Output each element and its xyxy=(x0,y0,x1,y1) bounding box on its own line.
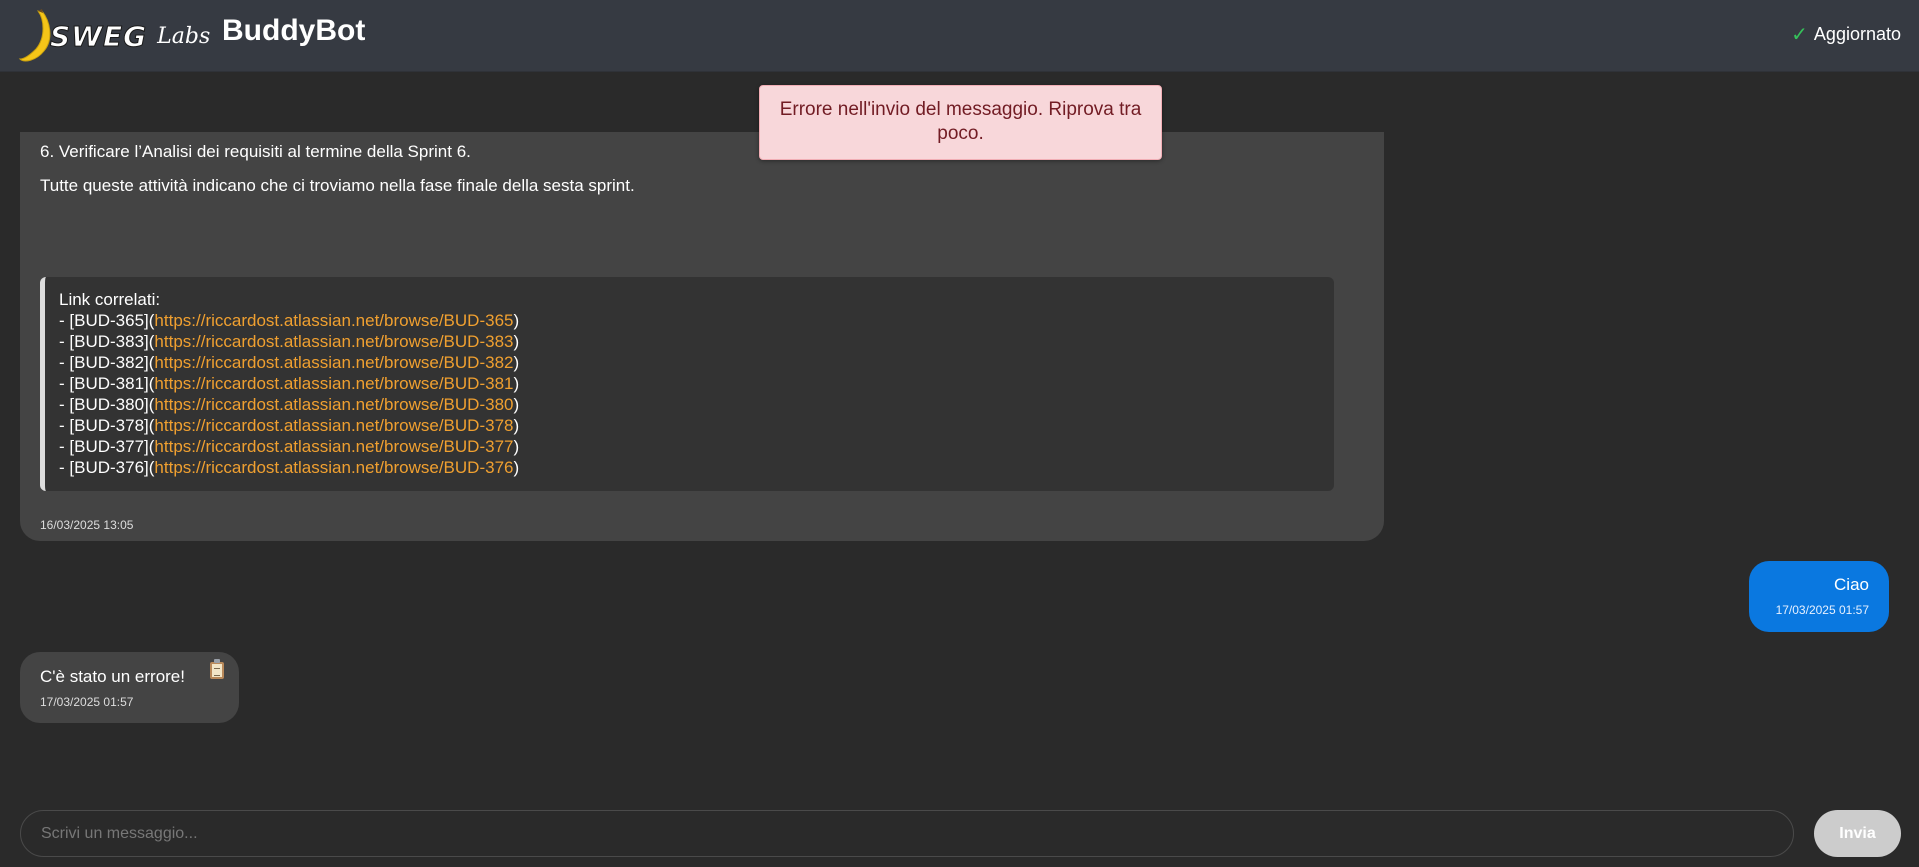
issue-link[interactable]: https://riccardost.atlassian.net/browse/… xyxy=(154,374,513,393)
link-suffix: ) xyxy=(513,374,520,393)
link-label: - [BUD-378]( xyxy=(59,416,155,435)
link-suffix: ) xyxy=(513,353,520,372)
issue-link[interactable]: https://riccardost.atlassian.net/browse/… xyxy=(154,437,513,456)
issue-link[interactable]: https://riccardost.atlassian.net/browse/… xyxy=(154,311,513,330)
user-message: Ciao 17/03/2025 01:57 xyxy=(1749,561,1889,632)
bot-message: 6. Verificare l’Analisi dei requisiti al… xyxy=(20,132,1384,541)
link-suffix: ) xyxy=(513,311,520,330)
message-text: Ciao xyxy=(1834,575,1869,594)
link-label: - [BUD-381]( xyxy=(59,374,155,393)
update-status: ✓ Aggiornato xyxy=(1791,22,1901,47)
bot-error-message: C'è stato un errore! 17/03/2025 01:57 xyxy=(20,652,239,723)
link-suffix: ) xyxy=(513,458,520,477)
issue-link[interactable]: https://riccardost.atlassian.net/browse/… xyxy=(154,395,513,414)
check-icon: ✓ xyxy=(1791,24,1808,46)
message-input[interactable] xyxy=(20,810,1794,857)
related-link-row: - [BUD-383](https://riccardost.atlassian… xyxy=(59,331,1320,352)
logo-subtext: Labs xyxy=(157,23,211,49)
related-links-title: Link correlati: xyxy=(59,290,161,309)
related-link-row: - [BUD-380](https://riccardost.atlassian… xyxy=(59,394,1320,415)
send-button[interactable]: Invia xyxy=(1814,810,1901,857)
chat-area[interactable]: 6. Verificare l’Analisi dei requisiti al… xyxy=(0,72,1919,787)
link-suffix: ) xyxy=(513,437,520,456)
related-links-block: Link correlati: - [BUD-365](https://ricc… xyxy=(40,277,1334,491)
message-text: 6. Verificare l’Analisi dei requisiti al… xyxy=(40,142,471,161)
link-label: - [BUD-382]( xyxy=(59,353,155,372)
related-link-row: - [BUD-378](https://riccardost.atlassian… xyxy=(59,415,1320,436)
message-text: C'è stato un errore! xyxy=(40,667,185,686)
status-label: Aggiornato xyxy=(1813,24,1901,44)
app-title: BuddyBot xyxy=(222,14,366,47)
message-timestamp: 16/03/2025 13:05 xyxy=(40,518,134,532)
link-suffix: ) xyxy=(513,416,520,435)
related-link-row: - [BUD-365](https://riccardost.atlassian… xyxy=(59,310,1320,331)
related-link-row: - [BUD-382](https://riccardost.atlassian… xyxy=(59,352,1320,373)
message-timestamp: 17/03/2025 01:57 xyxy=(1775,603,1869,617)
logo-text: SWEG xyxy=(49,19,148,53)
error-toast: Errore nell'invio del messaggio. Riprova… xyxy=(759,85,1162,160)
link-label: - [BUD-380]( xyxy=(59,395,155,414)
related-link-row: - [BUD-376](https://riccardost.atlassian… xyxy=(59,457,1320,478)
related-links-list: - [BUD-365](https://riccardost.atlassian… xyxy=(59,310,1320,478)
link-label: - [BUD-383]( xyxy=(59,332,155,351)
clipboard-icon[interactable] xyxy=(210,659,224,679)
link-label: - [BUD-376]( xyxy=(59,458,155,477)
logo: SWEG Labs xyxy=(18,6,210,66)
link-suffix: ) xyxy=(513,332,520,351)
link-label: - [BUD-365]( xyxy=(59,311,155,330)
issue-link[interactable]: https://riccardost.atlassian.net/browse/… xyxy=(154,416,513,435)
related-link-row: - [BUD-381](https://riccardost.atlassian… xyxy=(59,373,1320,394)
related-link-row: - [BUD-377](https://riccardost.atlassian… xyxy=(59,436,1320,457)
app-header: SWEG Labs BuddyBot ✓ Aggiornato xyxy=(0,0,1919,72)
link-suffix: ) xyxy=(513,395,520,414)
message-text: Tutte queste attività indicano che ci tr… xyxy=(40,176,635,195)
issue-link[interactable]: https://riccardost.atlassian.net/browse/… xyxy=(154,458,513,477)
message-timestamp: 17/03/2025 01:57 xyxy=(40,695,134,709)
composer: Invia xyxy=(0,787,1919,867)
issue-link[interactable]: https://riccardost.atlassian.net/browse/… xyxy=(154,332,513,351)
link-label: - [BUD-377]( xyxy=(59,437,155,456)
issue-link[interactable]: https://riccardost.atlassian.net/browse/… xyxy=(154,353,513,372)
